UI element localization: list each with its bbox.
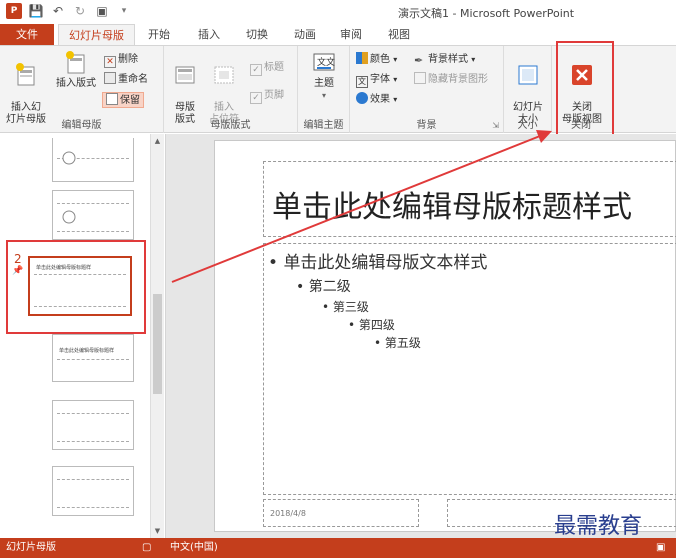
status-view: 幻灯片母版 (6, 542, 56, 553)
watermark-text: 最需教育 (554, 514, 643, 539)
fit-slide-icon[interactable]: ▣ (656, 538, 665, 558)
spellcheck-icon[interactable]: ▢ (142, 538, 151, 558)
status-language[interactable]: 中文(中国) (170, 538, 218, 558)
status-bar: 幻灯片母版 ▢ 中文(中国) ▣ (0, 538, 676, 558)
annotation-arrow (171, 130, 552, 283)
